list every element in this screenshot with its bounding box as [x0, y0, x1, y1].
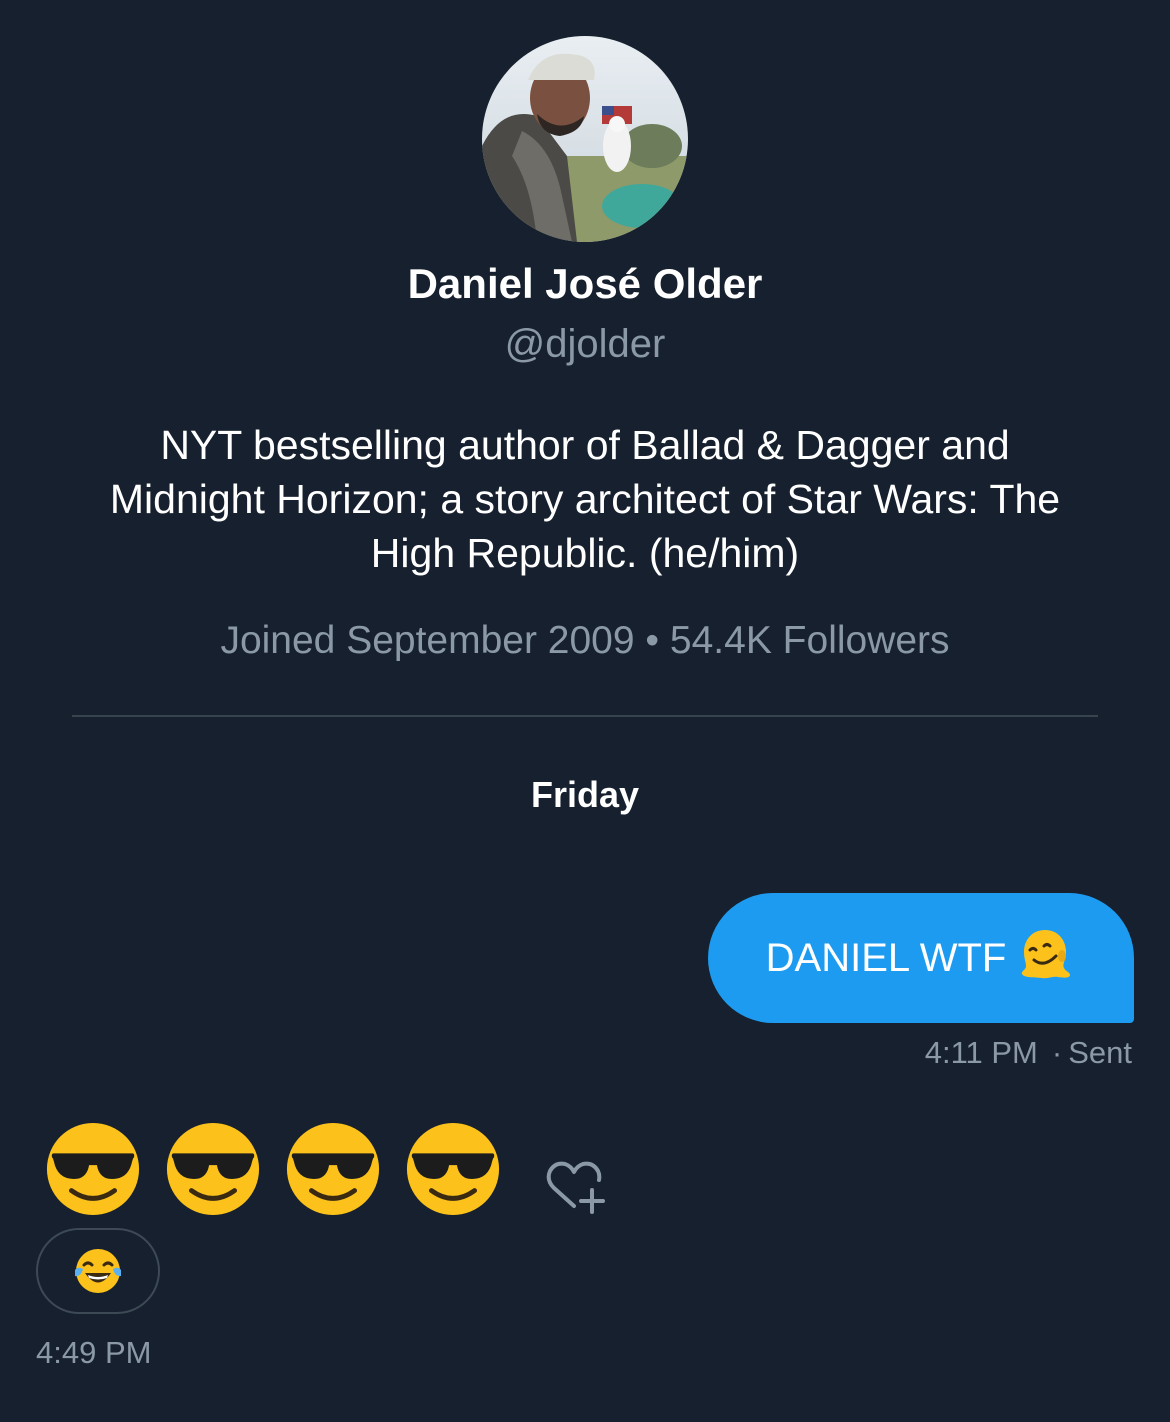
meta-separator: •	[645, 619, 660, 662]
received-message-time: 4:49 PM	[36, 1335, 152, 1370]
sent-meta-separator: ·	[1051, 1035, 1063, 1070]
smiling-face-with-sunglasses-icon	[166, 1122, 260, 1216]
smiling-face-with-sunglasses-icon	[46, 1122, 140, 1216]
profile-display-name: Daniel José Older	[407, 260, 763, 307]
sent-message-text: DANIEL WTF	[765, 936, 1007, 980]
profile-divider	[72, 715, 1098, 717]
profile-bio: NYT bestselling author of Ballad & Dagge…	[109, 422, 1061, 576]
profile-handle: @djolder	[504, 322, 666, 366]
sent-message-meta: 4:11 PM · Sent	[925, 1032, 1132, 1074]
add-reaction-icon[interactable]	[544, 1158, 608, 1214]
reaction-badge[interactable]	[36, 1228, 160, 1314]
smiling-face-with-sunglasses-icon	[286, 1122, 380, 1216]
followers-count[interactable]: 54.4K Followers	[670, 619, 950, 662]
day-separator: Friday	[530, 774, 640, 815]
sent-message-time: 4:11 PM	[924, 1035, 1038, 1070]
sent-status: Sent	[1068, 1035, 1132, 1070]
face-with-tears-of-joy-icon	[75, 1249, 121, 1293]
profile-meta: Joined September 2009 • 54.4K Followers	[0, 614, 1170, 668]
sent-message-bubble[interactable]: DANIEL WTF	[708, 893, 1134, 1023]
joined-date: Joined September 2009	[220, 619, 635, 662]
melting-face-icon	[1018, 926, 1072, 985]
profile-avatar[interactable]	[482, 36, 688, 242]
smiling-face-with-sunglasses-icon	[406, 1122, 500, 1216]
